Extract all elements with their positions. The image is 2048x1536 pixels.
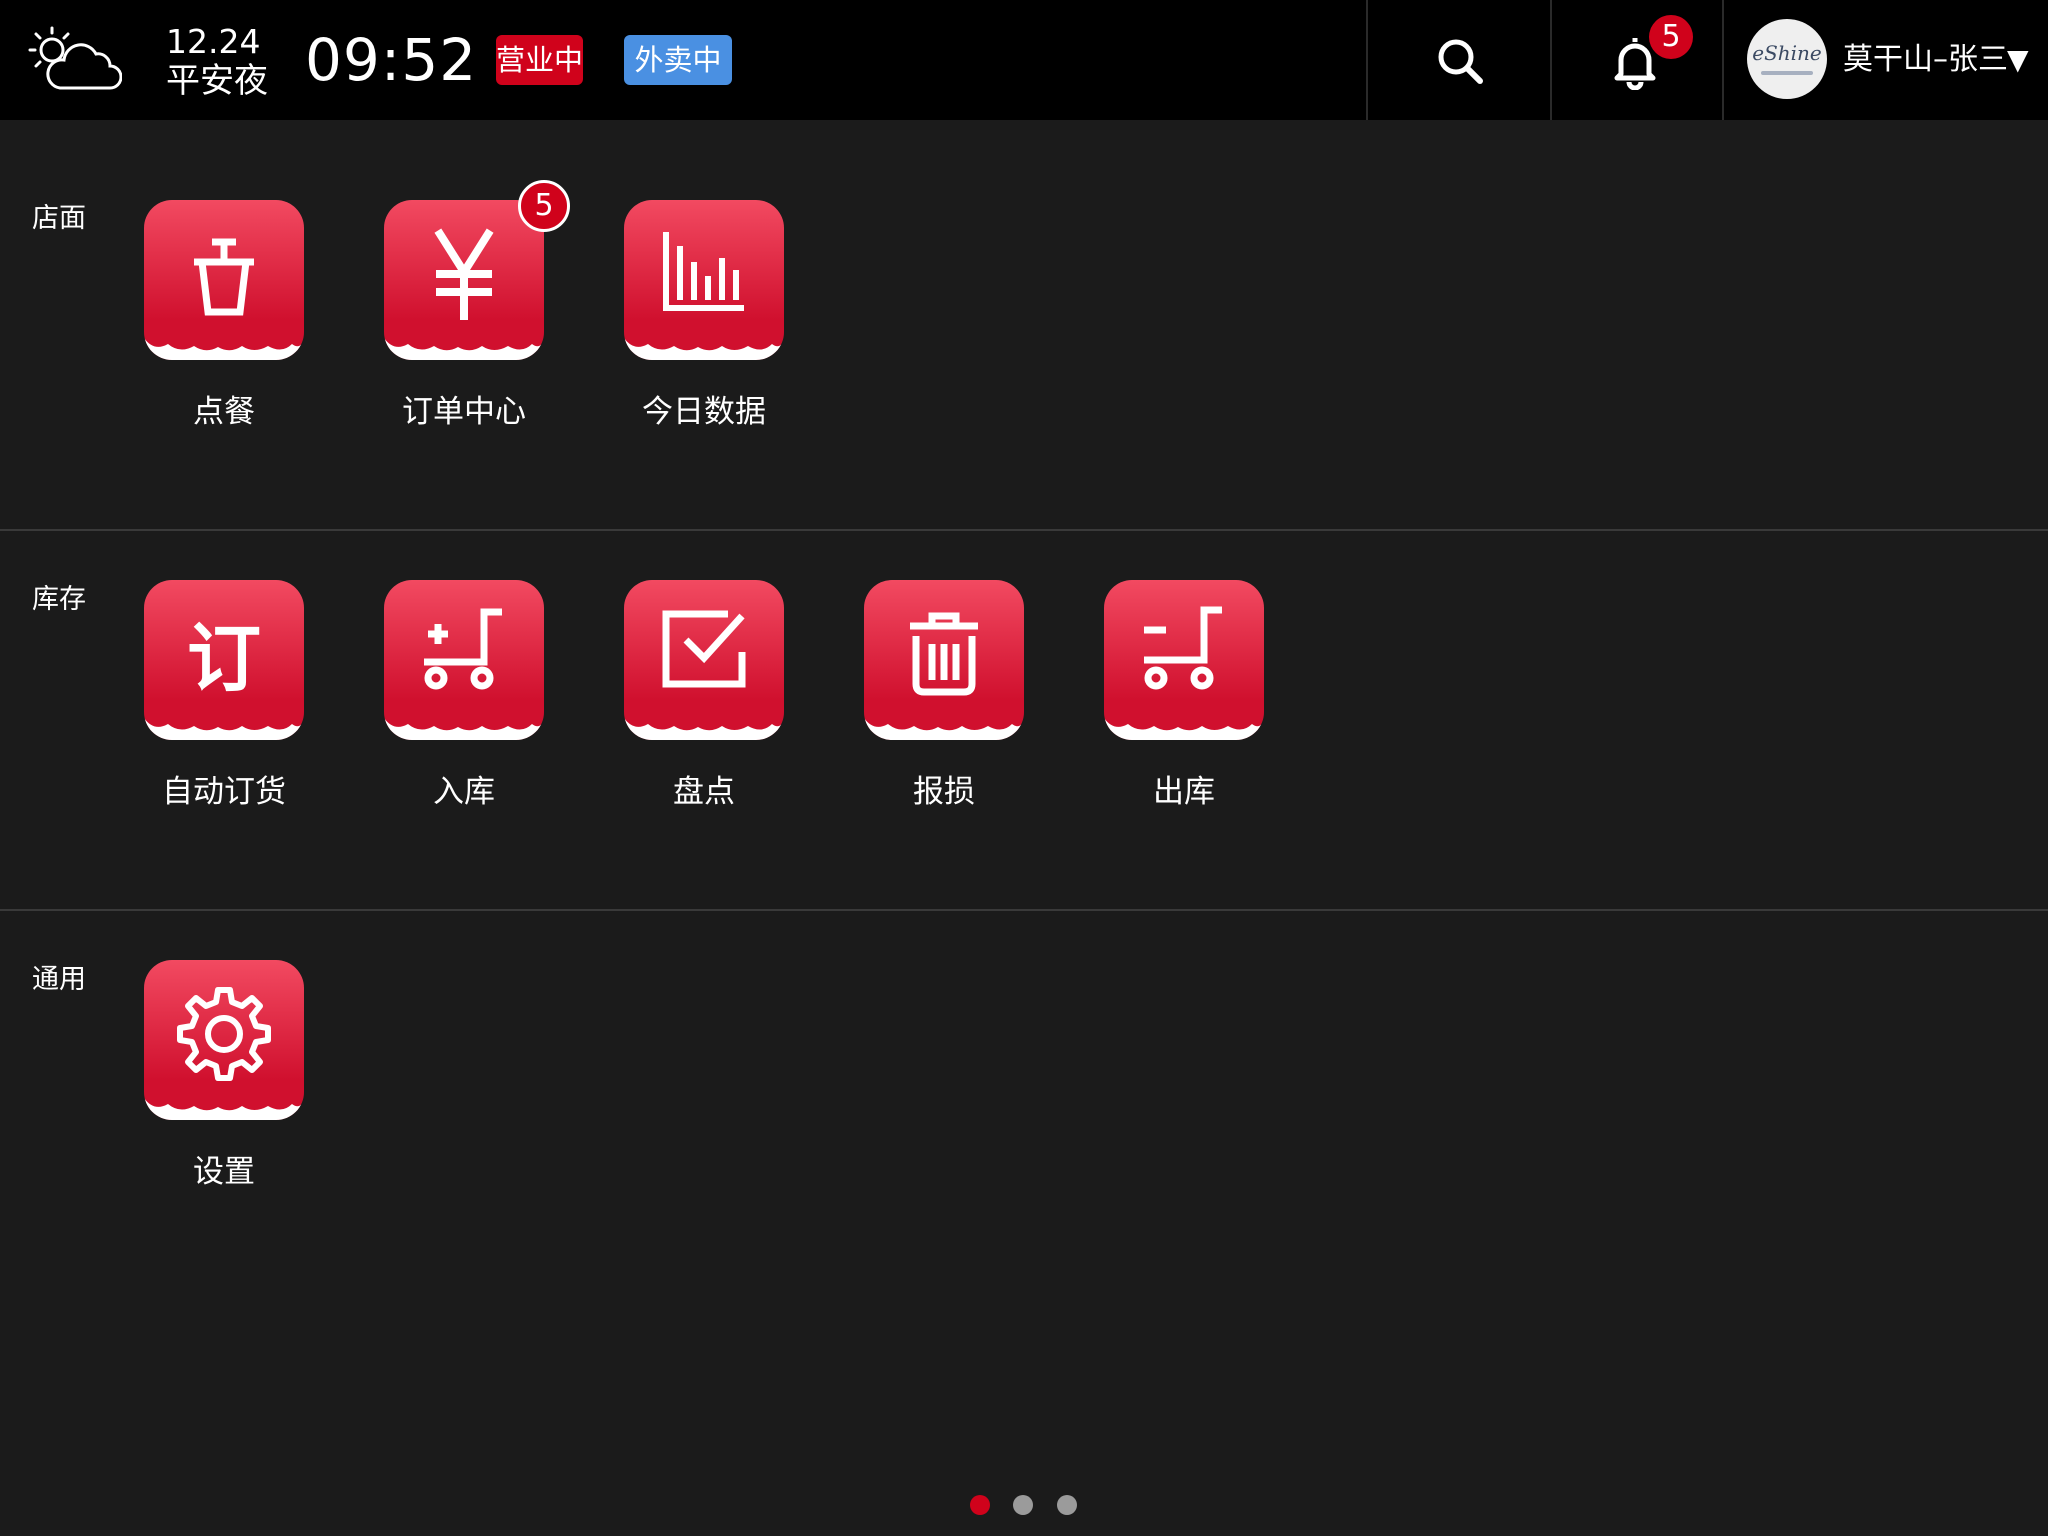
icon-glyph-text: 订 <box>187 616 261 702</box>
avatar: eShine <box>1747 19 1827 99</box>
checkbox-icon <box>624 580 784 740</box>
cart-add-icon <box>384 580 544 740</box>
section-label: 店面 <box>32 203 86 234</box>
top-bar: 12.24 平安夜 09:52 营业中 外卖中 5 eShine 莫干山–张三 … <box>0 0 2048 120</box>
app-order-food[interactable]: 点餐 <box>144 200 304 430</box>
app-today-data[interactable]: 今日数据 <box>624 200 784 430</box>
app-stock-in[interactable]: 入库 <box>384 580 544 810</box>
page-dot[interactable] <box>970 1495 990 1515</box>
bar-chart-icon <box>624 200 784 360</box>
section-label: 库存 <box>32 584 86 615</box>
clock-time: 09:52 <box>305 26 478 94</box>
trash-icon <box>864 580 1024 740</box>
notification-count-badge: 5 <box>1649 15 1693 59</box>
partly-cloudy-icon <box>26 24 123 96</box>
app-label: 自动订货 <box>162 774 286 810</box>
section-label: 通用 <box>32 964 86 995</box>
page-indicator[interactable] <box>966 1495 1086 1519</box>
app-stock-out[interactable]: 出库 <box>1104 580 1264 810</box>
app-label: 报损 <box>913 774 975 810</box>
app-label: 设置 <box>193 1154 255 1190</box>
status-badge-delivery[interactable]: 外卖中 <box>624 35 732 85</box>
search-button[interactable] <box>1367 0 1553 120</box>
app-settings[interactable]: 设置 <box>144 960 304 1190</box>
order-char-icon: 订 <box>144 580 304 740</box>
app-label: 盘点 <box>673 774 735 810</box>
user-name: 莫干山–张三 <box>1843 42 2008 77</box>
status-badge-open[interactable]: 营业中 <box>496 35 583 85</box>
app-label: 点餐 <box>193 394 255 430</box>
app-label: 入库 <box>433 774 495 810</box>
date-text: 12.24 <box>166 22 261 61</box>
cup-icon <box>144 200 304 360</box>
user-menu-button[interactable]: eShine 莫干山–张三 ▼ <box>1723 0 2048 120</box>
gear-icon <box>144 960 304 1120</box>
avatar-logo-text: eShine <box>1752 41 1822 65</box>
search-icon <box>1438 39 1483 84</box>
app-report-loss[interactable]: 报损 <box>864 580 1024 810</box>
holiday-text: 平安夜 <box>166 61 268 101</box>
app-label: 今日数据 <box>642 394 766 430</box>
page-dot[interactable] <box>1057 1495 1077 1515</box>
section-general: 通用 设置 <box>0 910 2048 1310</box>
notifications-button[interactable]: 5 <box>1551 0 1723 120</box>
app-order-center[interactable]: 5 订单中心 <box>384 180 570 430</box>
app-label: 订单中心 <box>402 394 526 430</box>
app-stocktake[interactable]: 盘点 <box>624 580 784 810</box>
page-dot[interactable] <box>1013 1495 1033 1515</box>
section-inventory: 库存 订 自动订货 入库 盘点 报损 出库 <box>0 530 2048 909</box>
section-storefront: 店面 点餐 5 订单中心 今日数据 <box>0 120 2048 529</box>
cart-remove-icon <box>1104 580 1264 740</box>
avatar-logo-underline <box>1761 71 1813 75</box>
yen-icon <box>384 200 544 360</box>
app-auto-order[interactable]: 订 自动订货 <box>144 580 304 810</box>
order-count-badge: 5 <box>518 180 570 232</box>
caret-down-icon: ▼ <box>2007 43 2029 76</box>
app-label: 出库 <box>1153 774 1215 810</box>
